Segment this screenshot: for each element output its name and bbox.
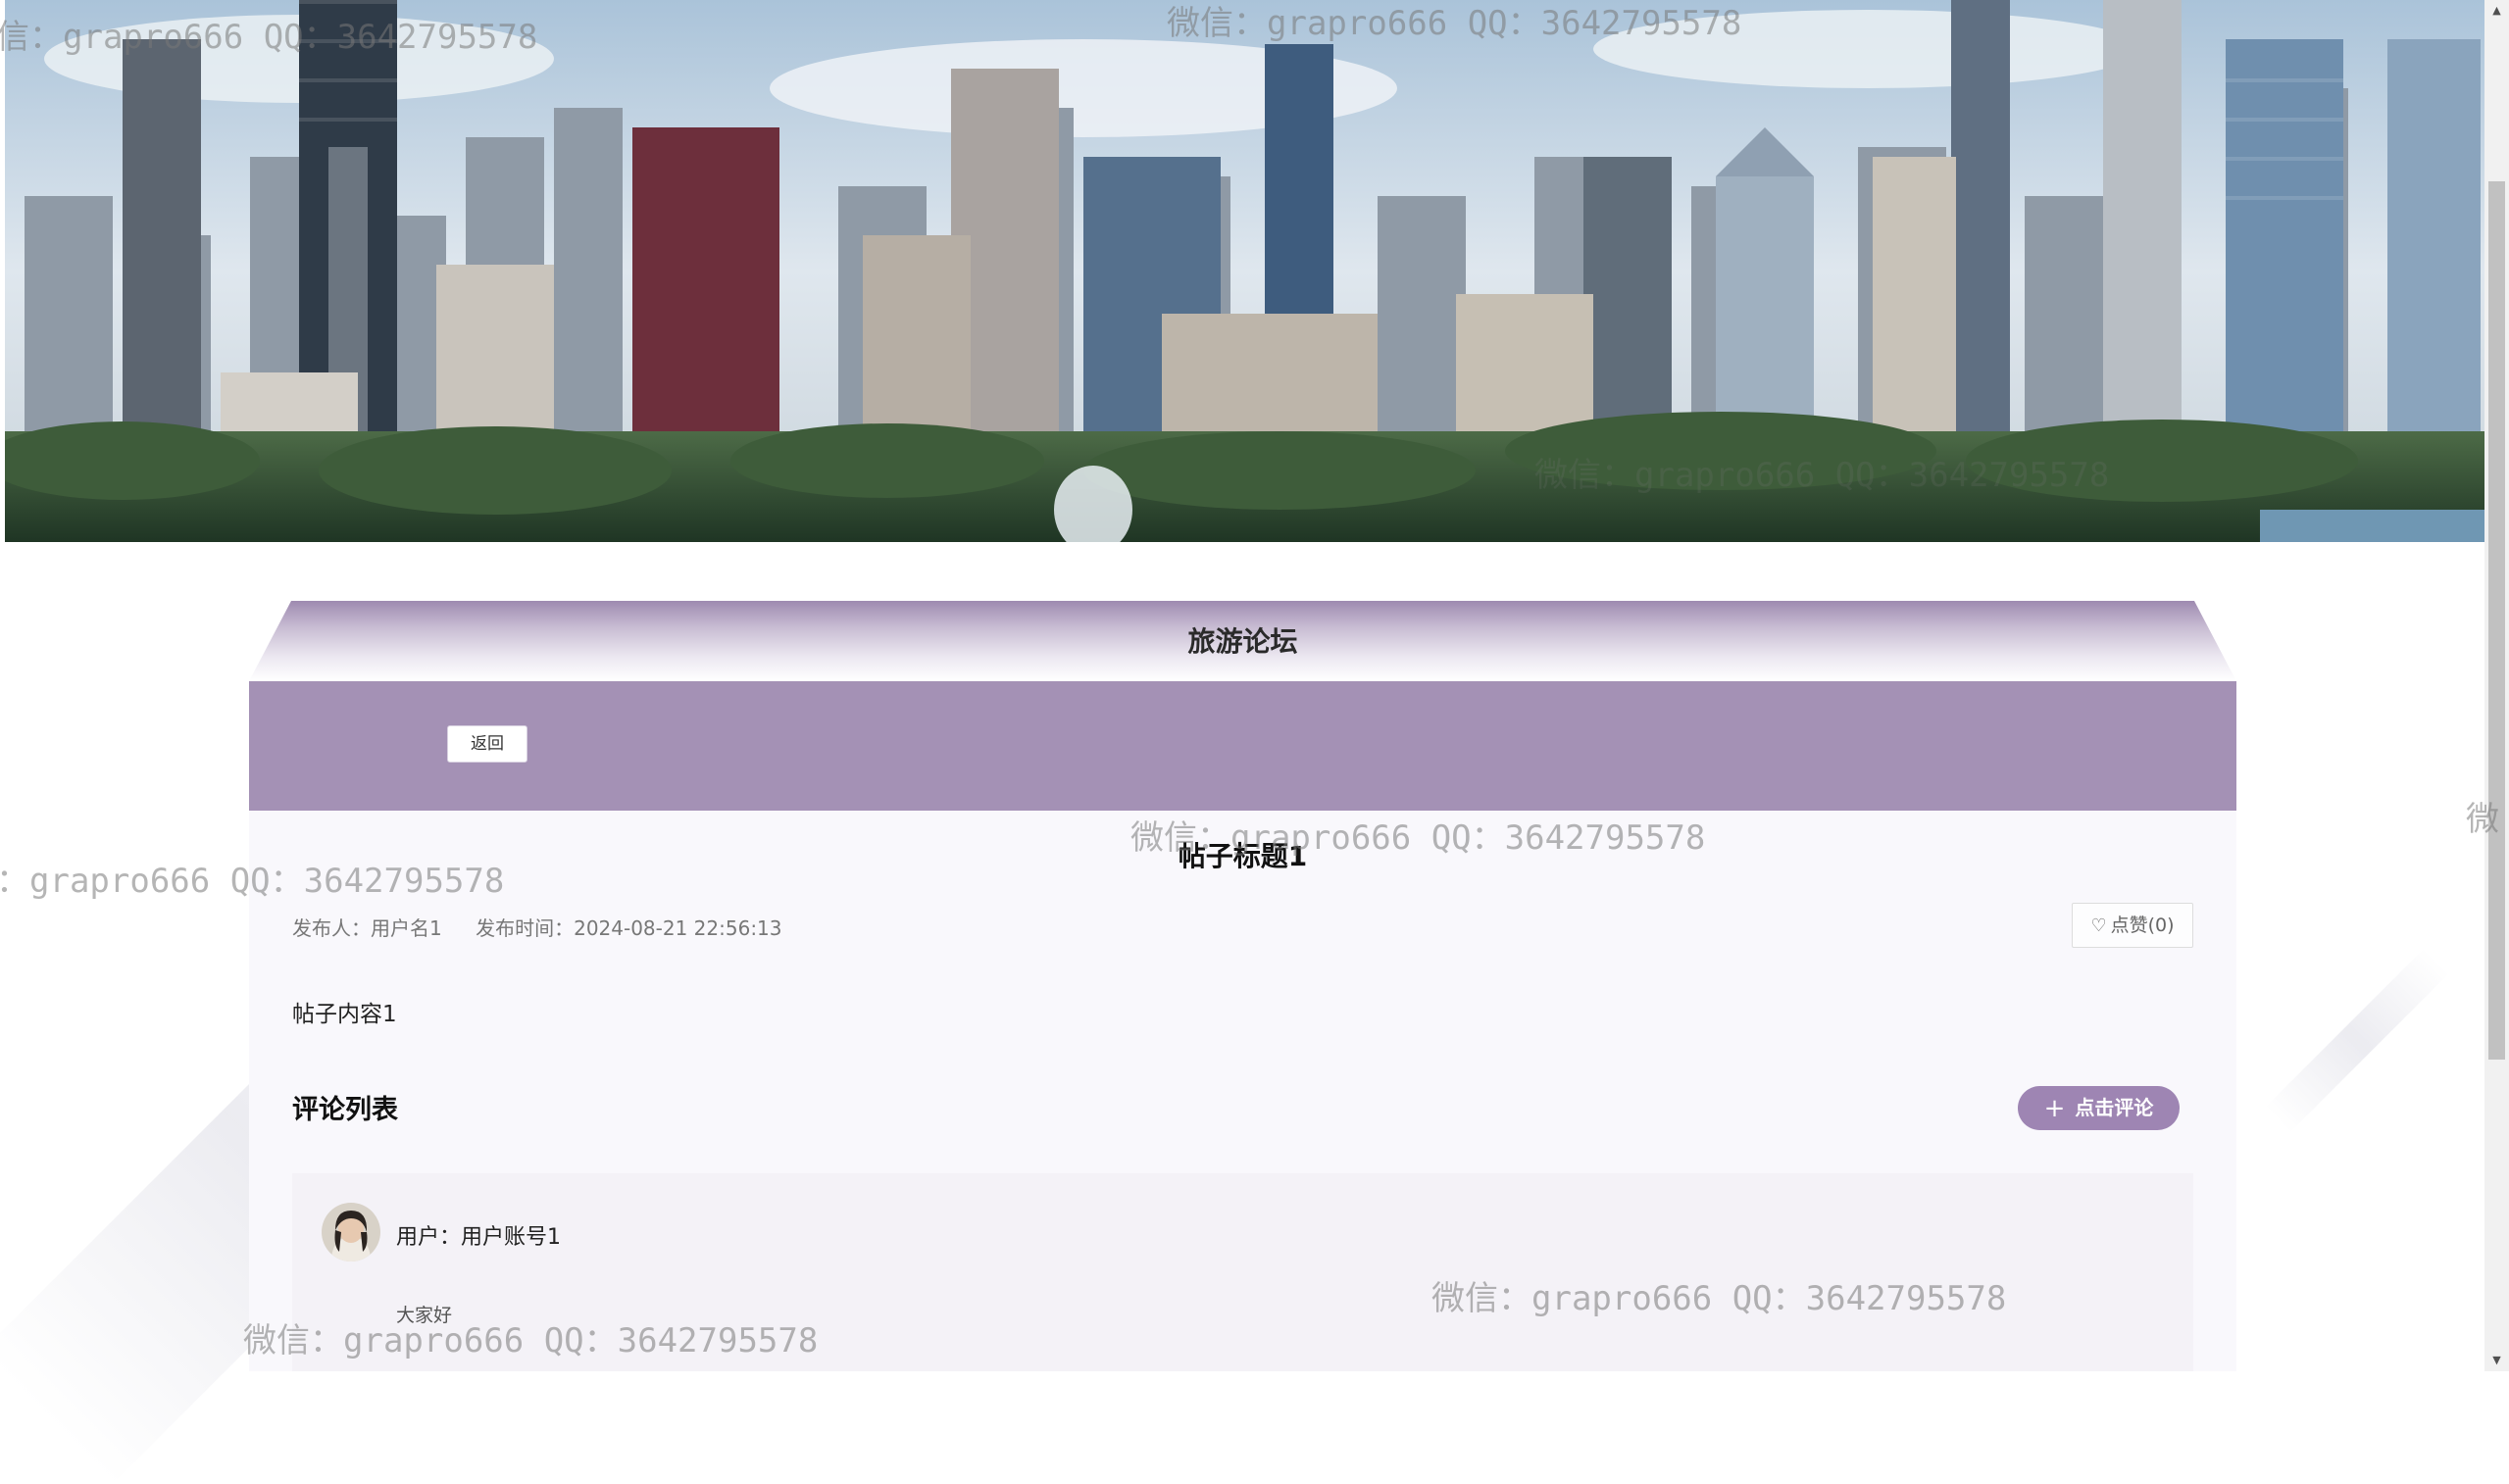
comment-user: 用户：用户账号1: [396, 1225, 561, 1250]
add-comment-button[interactable]: + 点击评论: [2018, 1086, 2180, 1130]
forum-title: 旅游论坛: [1187, 625, 1298, 658]
post-body: 帖子内容1: [292, 1002, 397, 1027]
heart-outline-icon: ♡: [2090, 915, 2107, 936]
post-meta: 发布人：用户名1 发布时间：2024-08-21 22:56:13: [292, 913, 810, 941]
plus-icon: +: [2043, 1094, 2066, 1123]
like-button[interactable]: ♡ 点赞(0): [2072, 903, 2193, 948]
scroll-up-arrow-icon[interactable]: ▲: [2484, 0, 2509, 22]
forum-header: 旅游论坛: [249, 601, 2236, 681]
scroll-down-arrow-icon[interactable]: ▼: [2484, 1350, 2509, 1371]
scroll-thumb[interactable]: [2488, 181, 2505, 1060]
avatar: [322, 1203, 380, 1261]
like-label: 点赞(0): [2110, 915, 2175, 936]
comment-text: 大家好: [396, 1305, 453, 1326]
post-title: 帖子标题1: [1178, 840, 1308, 872]
skyline-illustration: [5, 0, 2484, 542]
city-skyline-banner: [5, 0, 2484, 542]
page-scrollbar[interactable]: ▲ ▼: [2484, 0, 2509, 1371]
post-detail: 帖子标题1 发布人：用户名1 发布时间：2024-08-21 22:56:13 …: [249, 811, 2236, 1371]
comment-item: 用户：用户账号1 大家好: [292, 1173, 2193, 1371]
add-comment-label: 点击评论: [2075, 1096, 2154, 1119]
toolbar: 返回: [249, 681, 2236, 811]
background-decoration: [2265, 948, 2450, 1133]
post-published-time: 发布时间：2024-08-21 22:56:13: [476, 916, 782, 940]
post-author: 发布人：用户名1: [292, 916, 442, 940]
comments-heading: 评论列表: [292, 1095, 398, 1125]
back-button[interactable]: 返回: [447, 725, 527, 763]
